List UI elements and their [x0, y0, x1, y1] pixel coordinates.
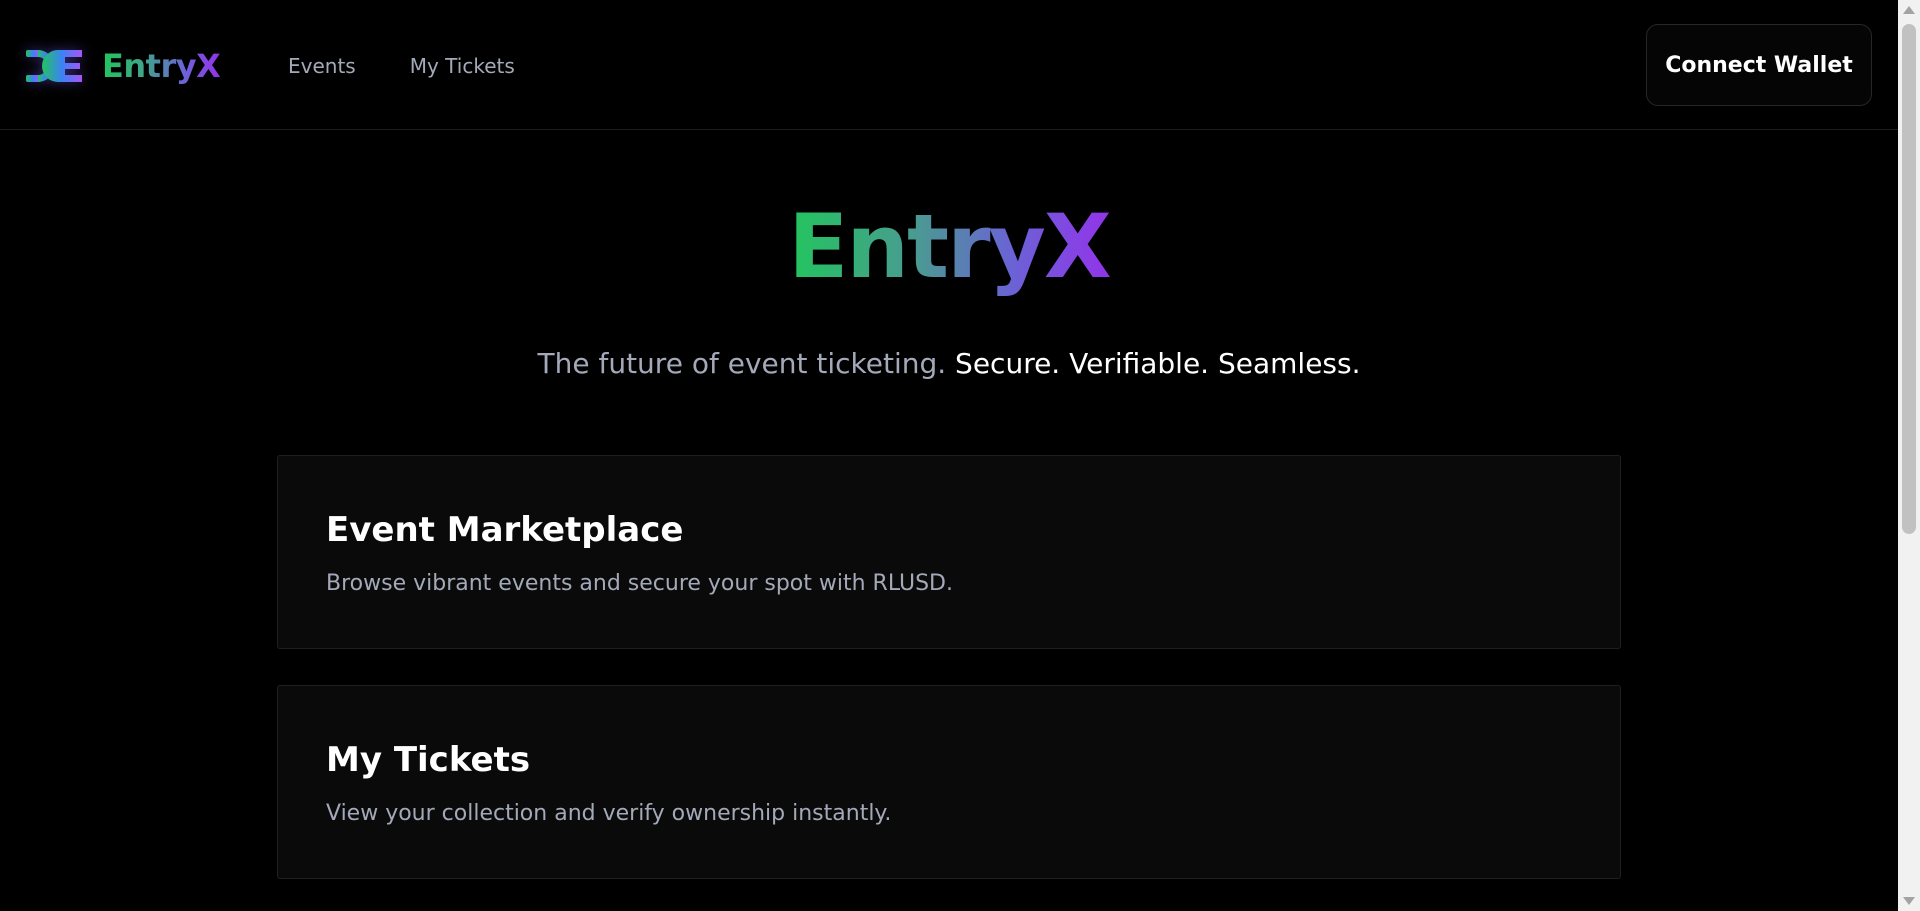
event-marketplace-card[interactable]: Event Marketplace Browse vibrant events …: [277, 455, 1621, 649]
tagline-bright: Secure. Verifiable. Seamless.: [955, 347, 1361, 380]
card-description: Browse vibrant events and secure your sp…: [326, 571, 953, 596]
card-description: View your collection and verify ownershi…: [326, 801, 892, 826]
nav-link-my-tickets[interactable]: My Tickets: [410, 52, 515, 80]
scroll-down-arrow-icon[interactable]: [1903, 897, 1915, 905]
scroll-up-arrow-icon[interactable]: [1903, 6, 1915, 14]
top-navbar: EntryX Events My Tickets Connect Wallet: [0, 0, 1898, 130]
hero-title: EntryX: [0, 192, 1898, 302]
hero-tagline: The future of event ticketing. Secure. V…: [0, 344, 1898, 384]
main-nav: Events My Tickets: [288, 52, 515, 80]
vertical-scrollbar[interactable]: [1898, 0, 1920, 911]
brand-name: EntryX: [102, 47, 221, 85]
nav-link-events[interactable]: Events: [288, 52, 356, 80]
card-title: My Tickets: [326, 740, 531, 780]
scrollbar-thumb[interactable]: [1902, 24, 1916, 534]
de-monogram-logo-icon: [26, 50, 82, 82]
hero-title-text: EntryX: [788, 195, 1111, 298]
page: EntryX Events My Tickets Connect Wallet …: [0, 0, 1920, 911]
brand-home-link[interactable]: EntryX: [24, 44, 221, 88]
card-title: Event Marketplace: [326, 510, 684, 550]
my-tickets-card[interactable]: My Tickets View your collection and veri…: [277, 685, 1621, 879]
connect-wallet-button[interactable]: Connect Wallet: [1646, 24, 1872, 106]
tagline-muted: The future of event ticketing.: [537, 347, 947, 380]
